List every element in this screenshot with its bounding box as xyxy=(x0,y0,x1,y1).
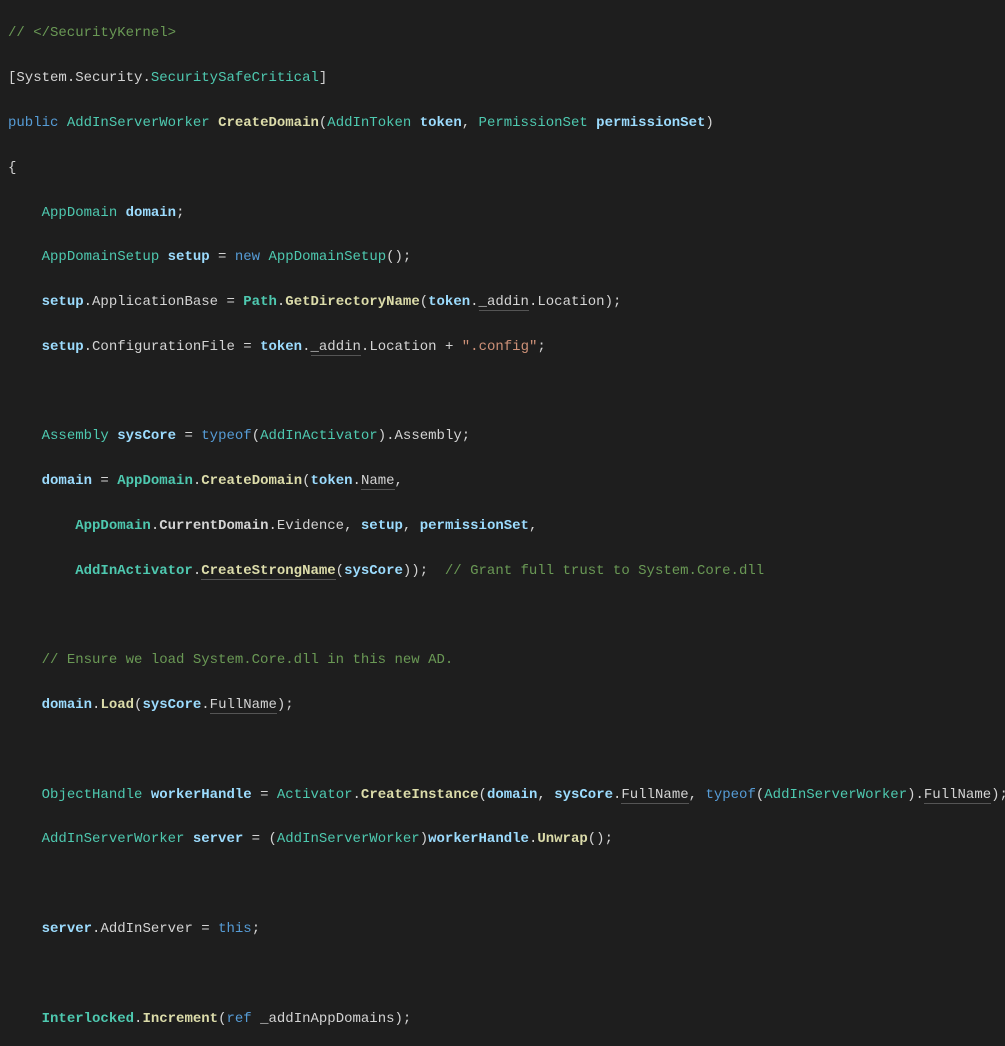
code-line[interactable]: { xyxy=(8,157,997,179)
code-line[interactable]: domain = AppDomain.CreateDomain(token.Na… xyxy=(8,470,997,492)
code-line[interactable]: ObjectHandle workerHandle = Activator.Cr… xyxy=(8,784,997,806)
code-line[interactable]: setup.ApplicationBase = Path.GetDirector… xyxy=(8,291,997,313)
attribute-class: SecuritySafeCritical xyxy=(151,70,319,86)
code-line[interactable]: Interlocked.Increment(ref _addInAppDomai… xyxy=(8,1008,997,1030)
code-line[interactable] xyxy=(8,873,997,895)
code-line[interactable]: AppDomainSetup setup = new AppDomainSetu… xyxy=(8,246,997,268)
code-line[interactable]: server.AddInServer = this; xyxy=(8,918,997,940)
code-line[interactable] xyxy=(8,381,997,403)
code-line[interactable]: setup.ConfigurationFile = token._addin.L… xyxy=(8,336,997,358)
code-line[interactable]: AppDomain domain; xyxy=(8,202,997,224)
code-line[interactable]: domain.Load(sysCore.FullName); xyxy=(8,694,997,716)
code-line[interactable] xyxy=(8,739,997,761)
code-line[interactable]: AppDomain.CurrentDomain.Evidence, setup,… xyxy=(8,515,997,537)
code-line[interactable] xyxy=(8,605,997,627)
code-line[interactable]: [System.Security.SecuritySafeCritical] xyxy=(8,67,997,89)
code-line[interactable]: public AddInServerWorker CreateDomain(Ad… xyxy=(8,112,997,134)
code-line[interactable]: // Ensure we load System.Core.dll in thi… xyxy=(8,649,997,671)
code-line[interactable]: // </SecurityKernel> xyxy=(8,22,997,44)
code-editor[interactable]: // </SecurityKernel> [System.Security.Se… xyxy=(0,0,1005,1046)
method-name: CreateDomain xyxy=(218,115,319,131)
code-line[interactable]: AddInServerWorker server = (AddInServerW… xyxy=(8,828,997,850)
comment-text: // </SecurityKernel> xyxy=(8,25,176,41)
code-line[interactable]: Assembly sysCore = typeof(AddInActivator… xyxy=(8,425,997,447)
code-line[interactable] xyxy=(8,963,997,985)
code-line[interactable]: AddInActivator.CreateStrongName(sysCore)… xyxy=(8,560,997,582)
